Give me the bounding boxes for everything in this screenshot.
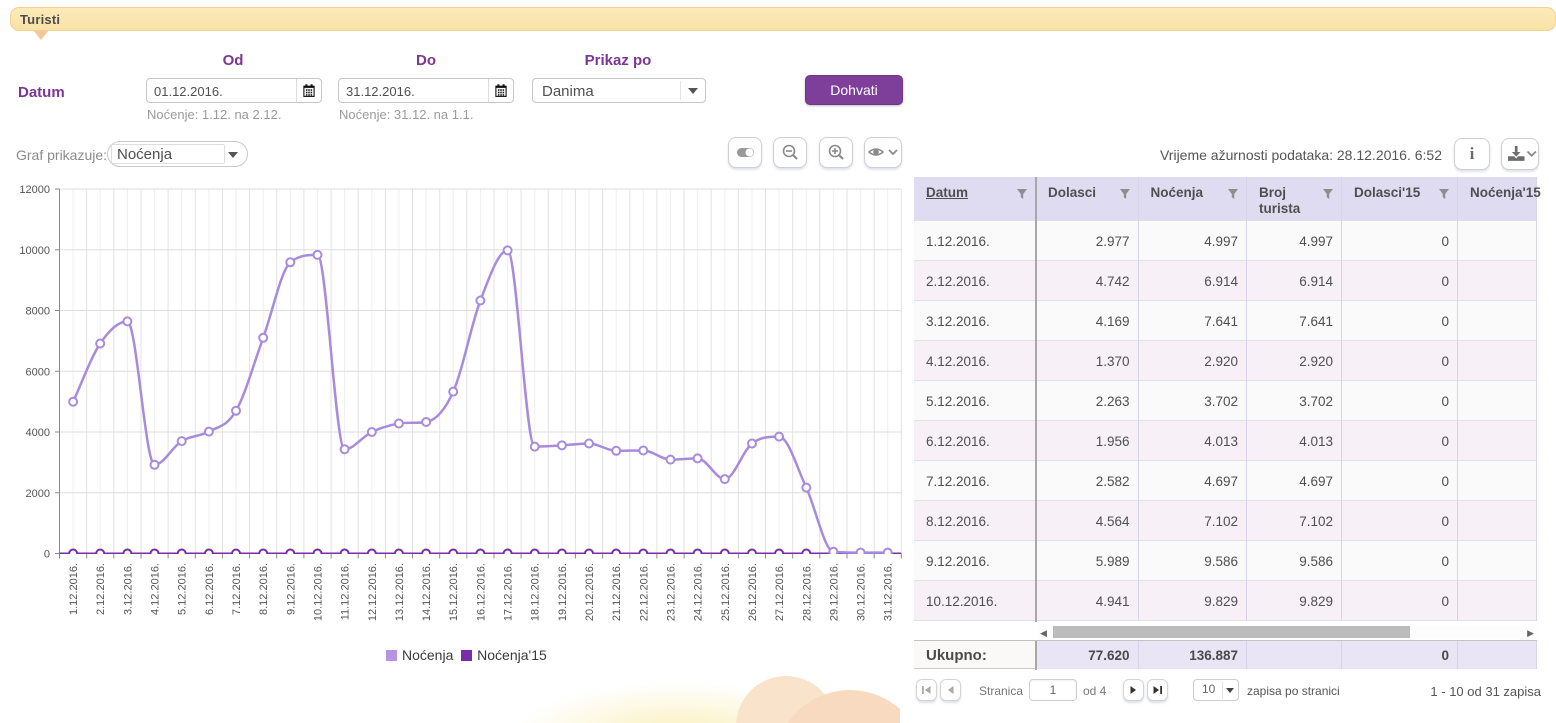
- svg-text:3.12.2016.: 3.12.2016.: [122, 563, 134, 615]
- svg-text:15.12.2016.: 15.12.2016.: [448, 563, 460, 621]
- svg-text:22.12.2016.: 22.12.2016.: [638, 563, 650, 621]
- svg-text:20.12.2016.: 20.12.2016.: [584, 563, 596, 621]
- svg-text:10000: 10000: [19, 245, 50, 257]
- svg-text:29.12.2016.: 29.12.2016.: [828, 563, 840, 621]
- svg-text:13.12.2016.: 13.12.2016.: [394, 563, 406, 621]
- svg-text:14.12.2016.: 14.12.2016.: [421, 563, 433, 621]
- svg-text:24.12.2016.: 24.12.2016.: [693, 563, 705, 621]
- svg-text:19.12.2016.: 19.12.2016.: [557, 563, 569, 621]
- svg-text:16.12.2016.: 16.12.2016.: [475, 563, 487, 621]
- svg-text:11.12.2016.: 11.12.2016.: [340, 563, 352, 620]
- svg-text:9.12.2016.: 9.12.2016.: [285, 563, 297, 615]
- svg-text:26.12.2016.: 26.12.2016.: [747, 563, 759, 621]
- svg-text:31.12.2016.: 31.12.2016.: [883, 563, 895, 621]
- svg-text:30.12.2016.: 30.12.2016.: [856, 563, 868, 621]
- svg-text:4.12.2016.: 4.12.2016.: [150, 563, 162, 615]
- svg-text:27.12.2016.: 27.12.2016.: [774, 563, 786, 621]
- svg-text:7.12.2016.: 7.12.2016.: [231, 563, 243, 615]
- svg-text:17.12.2016.: 17.12.2016.: [503, 563, 515, 621]
- svg-text:21.12.2016.: 21.12.2016.: [611, 563, 623, 621]
- svg-text:0: 0: [44, 549, 50, 561]
- svg-text:2.12.2016.: 2.12.2016.: [95, 563, 107, 615]
- svg-text:8000: 8000: [26, 306, 50, 318]
- svg-text:25.12.2016.: 25.12.2016.: [720, 563, 732, 621]
- svg-text:6000: 6000: [26, 366, 50, 378]
- svg-text:8.12.2016.: 8.12.2016.: [258, 563, 270, 615]
- svg-text:12000: 12000: [19, 184, 50, 196]
- svg-text:18.12.2016.: 18.12.2016.: [530, 563, 542, 621]
- svg-text:4000: 4000: [26, 427, 50, 439]
- svg-text:6.12.2016.: 6.12.2016.: [204, 563, 216, 615]
- svg-text:10.12.2016.: 10.12.2016.: [313, 563, 325, 621]
- svg-text:2000: 2000: [26, 488, 50, 500]
- svg-text:12.12.2016.: 12.12.2016.: [367, 563, 379, 621]
- svg-text:5.12.2016.: 5.12.2016.: [177, 563, 189, 615]
- svg-text:23.12.2016.: 23.12.2016.: [666, 563, 678, 621]
- svg-text:28.12.2016.: 28.12.2016.: [801, 563, 813, 621]
- svg-text:1.12.2016.: 1.12.2016.: [68, 563, 80, 615]
